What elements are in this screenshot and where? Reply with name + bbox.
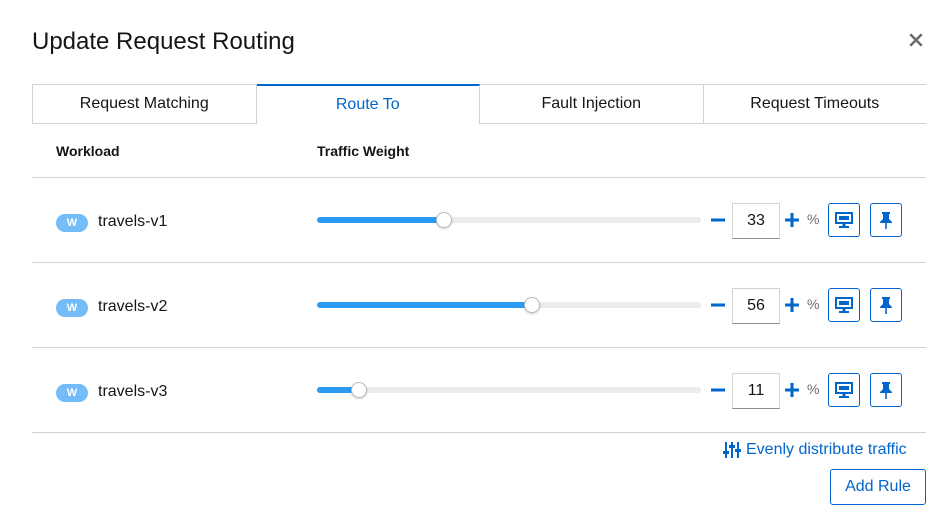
weight-input[interactable] bbox=[732, 288, 780, 324]
close-button[interactable] bbox=[908, 32, 924, 48]
pin-button[interactable] bbox=[870, 203, 902, 237]
slider-thumb[interactable] bbox=[351, 382, 368, 398]
tab-label: Fault Injection bbox=[541, 95, 642, 112]
weight-input[interactable] bbox=[732, 373, 780, 409]
table-row: W travels-v3 % bbox=[32, 348, 926, 433]
weight-input[interactable] bbox=[732, 203, 780, 239]
tab-label: Route To bbox=[335, 96, 400, 113]
traffic-weight-slider[interactable] bbox=[317, 382, 701, 398]
plus-icon bbox=[785, 298, 799, 312]
slider-fill bbox=[317, 217, 444, 223]
workload-badge: W bbox=[56, 384, 88, 402]
tab-label: Request Matching bbox=[79, 95, 209, 112]
minus-icon bbox=[711, 218, 725, 222]
close-icon bbox=[909, 33, 923, 47]
slider-thumb[interactable] bbox=[524, 297, 541, 313]
dialog-title: Update Request Routing bbox=[32, 28, 295, 55]
pin-button[interactable] bbox=[870, 373, 902, 407]
workload-badge: W bbox=[56, 214, 88, 232]
traffic-weight-slider[interactable] bbox=[317, 297, 701, 313]
decrease-weight-button[interactable] bbox=[710, 382, 726, 398]
sliders-icon bbox=[723, 442, 741, 458]
slider-fill bbox=[317, 302, 533, 308]
minus-icon bbox=[711, 388, 725, 392]
table-row: W travels-v2 % bbox=[32, 263, 926, 348]
column-header-traffic-weight: Traffic Weight bbox=[317, 143, 410, 159]
pin-icon bbox=[880, 382, 892, 399]
mirror-icon bbox=[835, 297, 853, 313]
mirror-button[interactable] bbox=[828, 288, 860, 322]
workload-badge: W bbox=[56, 299, 88, 317]
tab-request-timeouts[interactable]: Request Timeouts bbox=[703, 84, 926, 124]
minus-icon bbox=[711, 303, 725, 307]
mirror-icon bbox=[835, 382, 853, 398]
decrease-weight-button[interactable] bbox=[710, 297, 726, 313]
workload-name: travels-v2 bbox=[98, 298, 168, 315]
increase-weight-button[interactable] bbox=[784, 382, 800, 398]
tab-fault-injection[interactable]: Fault Injection bbox=[480, 84, 704, 124]
mirror-button[interactable] bbox=[828, 203, 860, 237]
traffic-weight-slider[interactable] bbox=[317, 212, 701, 228]
add-rule-button[interactable]: Add Rule bbox=[830, 469, 926, 505]
increase-weight-button[interactable] bbox=[784, 297, 800, 313]
table-header: Workload Traffic Weight bbox=[32, 124, 926, 178]
decrease-weight-button[interactable] bbox=[710, 212, 726, 228]
mirror-icon bbox=[835, 212, 853, 228]
mirror-button[interactable] bbox=[828, 373, 860, 407]
percent-unit: % bbox=[807, 211, 820, 227]
evenly-distribute-label: Evenly distribute traffic bbox=[746, 441, 907, 458]
table-row: W travels-v1 % bbox=[32, 178, 926, 263]
evenly-distribute-link[interactable]: Evenly distribute traffic bbox=[723, 441, 907, 459]
pin-icon bbox=[880, 212, 892, 229]
tab-route-to[interactable]: Route To bbox=[256, 84, 480, 124]
pin-button[interactable] bbox=[870, 288, 902, 322]
tab-label: Request Timeouts bbox=[750, 95, 880, 112]
tab-bar: Request Matching Route To Fault Injectio… bbox=[32, 84, 926, 124]
tab-request-matching[interactable]: Request Matching bbox=[32, 84, 257, 124]
column-header-workload: Workload bbox=[56, 143, 120, 159]
percent-unit: % bbox=[807, 296, 820, 312]
plus-icon bbox=[785, 213, 799, 227]
increase-weight-button[interactable] bbox=[784, 212, 800, 228]
percent-unit: % bbox=[807, 381, 820, 397]
workload-name: travels-v1 bbox=[98, 213, 168, 230]
slider-thumb[interactable] bbox=[435, 212, 452, 228]
workload-name: travels-v3 bbox=[98, 383, 168, 400]
pin-icon bbox=[880, 297, 892, 314]
plus-icon bbox=[785, 383, 799, 397]
